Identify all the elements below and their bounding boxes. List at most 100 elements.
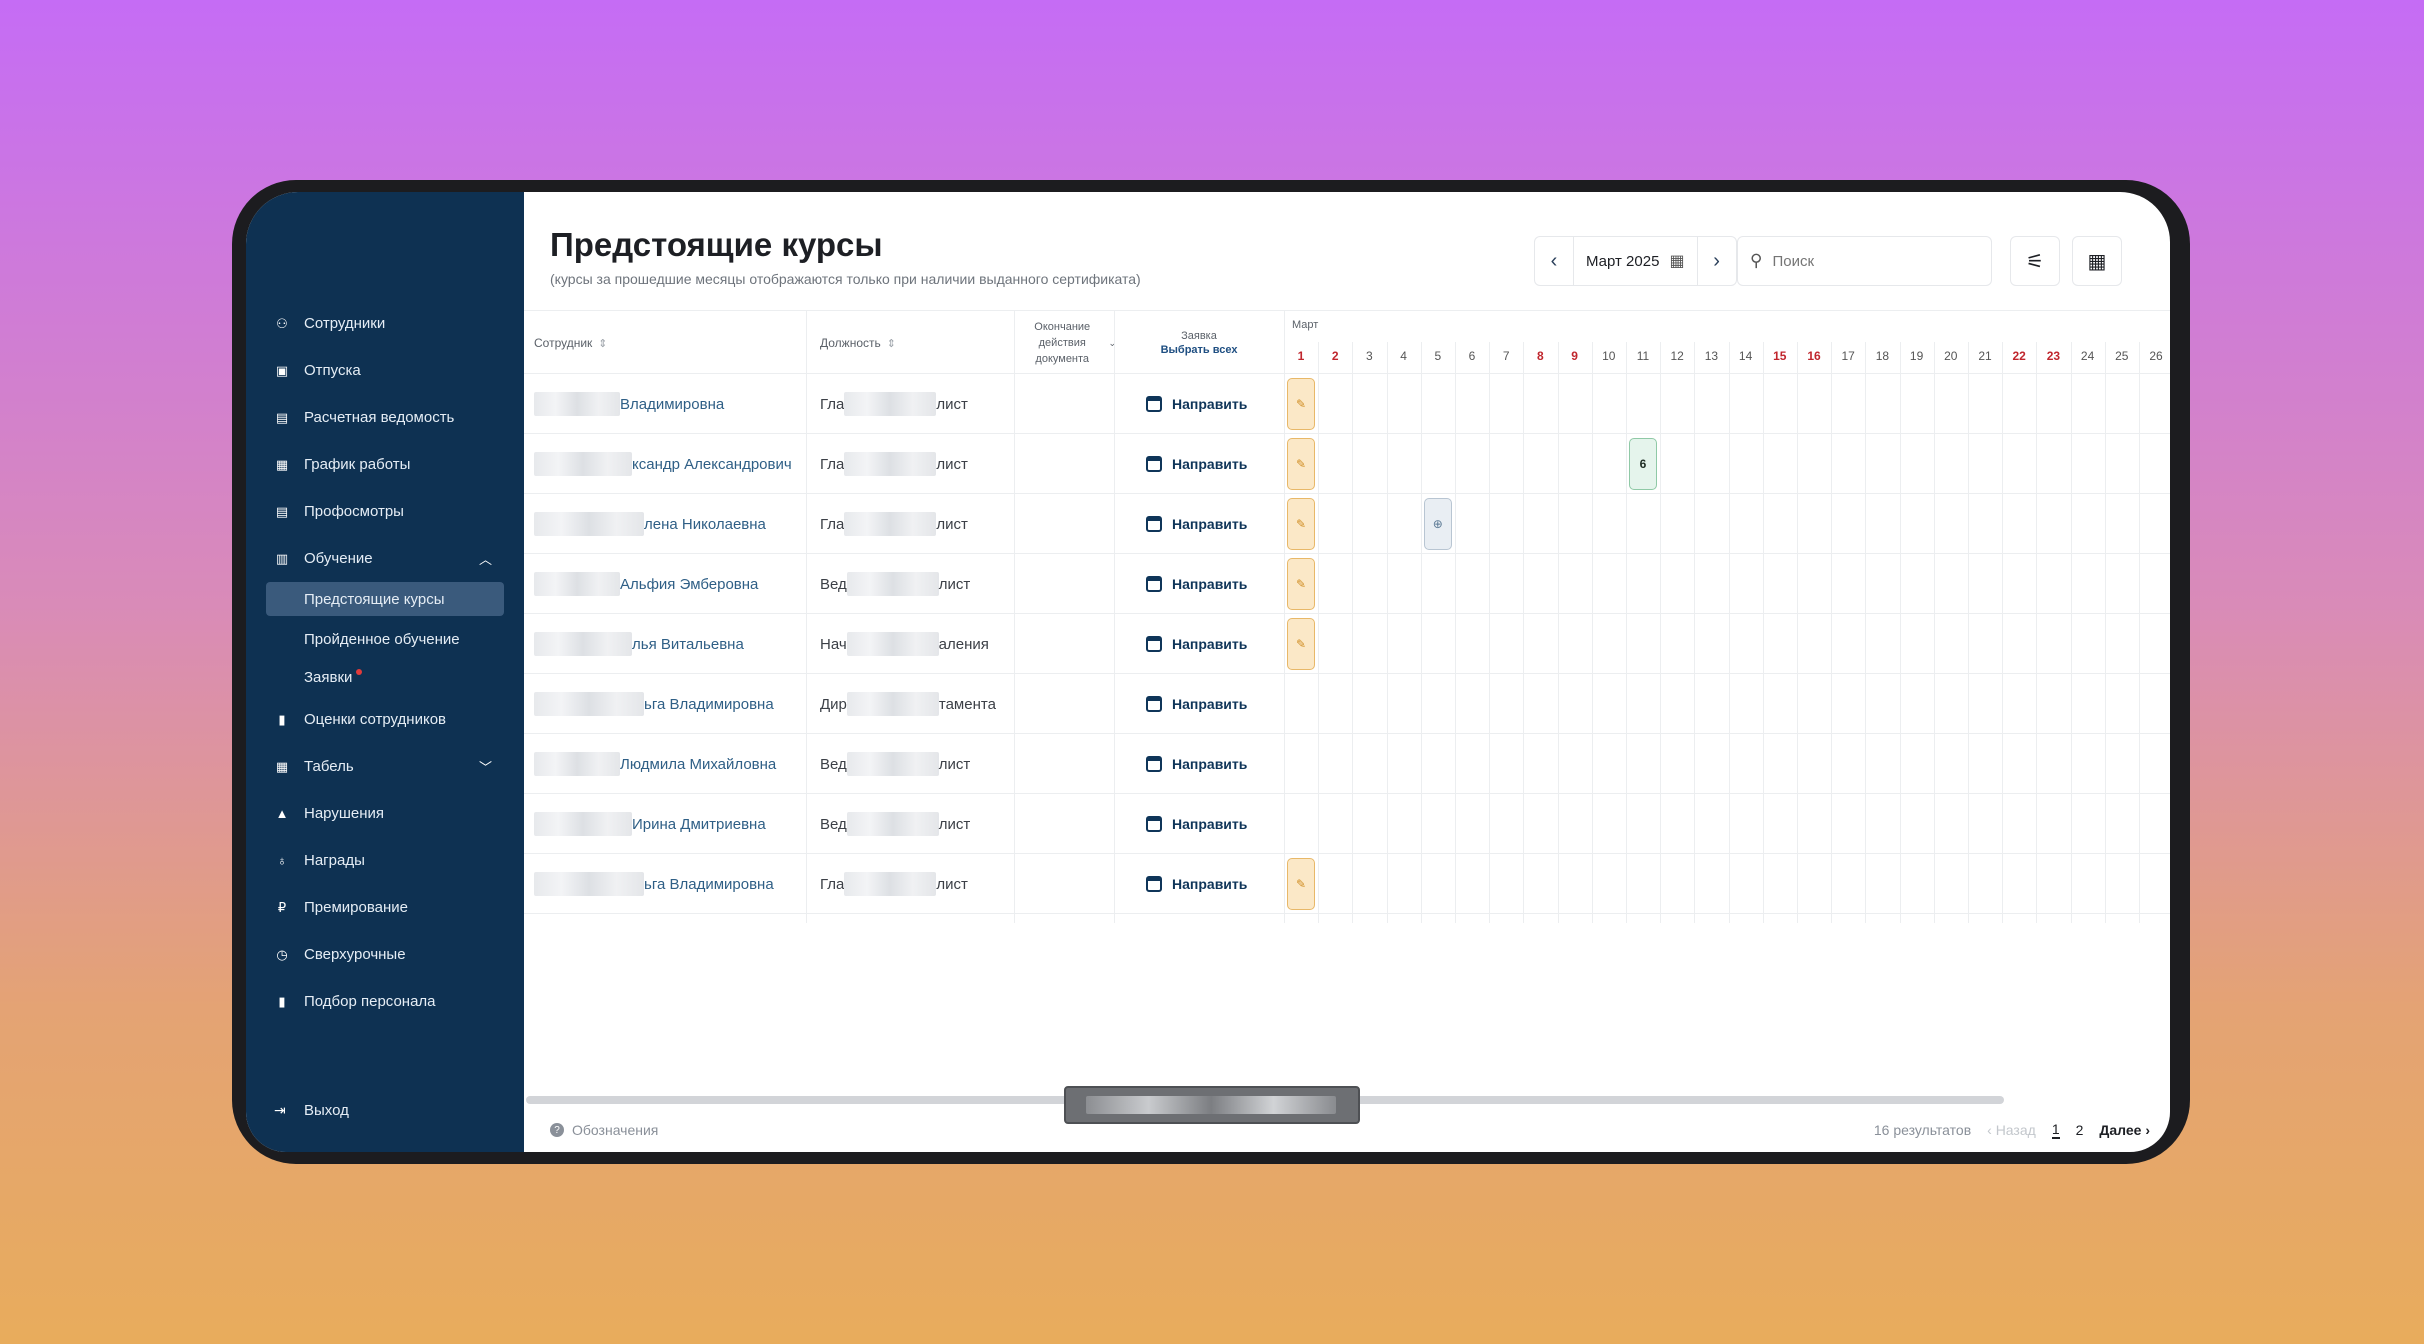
sidebar-item-b4[interactable]: ₽ Премирование [246, 884, 524, 931]
direct-button[interactable]: Направить [1146, 614, 1247, 674]
direct-button[interactable]: Направить [1146, 794, 1247, 854]
notification-dot [356, 669, 363, 675]
sidebar-item-5[interactable]: ▥ Обучение ︿ [246, 535, 524, 582]
employee-cell[interactable]: Людмила Михайловна [534, 734, 776, 794]
next-month-button[interactable]: › [1698, 237, 1736, 285]
sidebar: ⚇ Сотрудники ▣ Отпуска ▤ Расчетная ведомость ▦… [246, 192, 524, 1152]
month-switcher: ‹ Март 2025 ▦ › [1534, 236, 1737, 286]
employee-cell[interactable]: Владимировна [534, 374, 724, 434]
day-divider [1762, 342, 1764, 923]
calendar-icon [1146, 696, 1162, 712]
employee-cell[interactable]: ьга Владимировна [534, 854, 774, 914]
page-1-button[interactable]: 1 [2051, 1121, 2060, 1139]
certificate-course-marker[interactable]: ✎ [1287, 558, 1315, 610]
direct-label: Направить [1172, 576, 1248, 592]
sidebar-item-0[interactable]: ⚇ Сотрудники [246, 300, 524, 347]
certificate-course-marker[interactable]: ✎ [1287, 438, 1315, 490]
online-course-marker[interactable]: ⊕ [1423, 498, 1452, 550]
table-settings-button[interactable]: ▦ [2072, 236, 2122, 286]
blurred-name [534, 632, 632, 656]
certificate-course-marker[interactable]: ✎ [1287, 618, 1315, 670]
legend-link[interactable]: ? Обозначения [550, 1122, 658, 1138]
filter-settings-button[interactable]: ⚟ [2010, 236, 2060, 286]
position-cell: Вед лист [820, 794, 970, 854]
certificate-course-marker[interactable]: ✎ [1287, 858, 1315, 910]
day-header: 20 [1944, 349, 1958, 363]
day-header: 26 [2149, 349, 2163, 363]
bar-chart-icon: ▮ [278, 711, 286, 727]
people-icon: ⚇ [276, 315, 288, 331]
table-row: Владимировна Гла лист Направить ✎ [524, 374, 2170, 434]
calendar-icon [1146, 576, 1162, 592]
direct-button[interactable]: Направить [1146, 374, 1247, 434]
search-input[interactable] [1772, 252, 1963, 270]
col-employee[interactable]: Сотрудник [534, 311, 608, 375]
day-header: 16 [1807, 349, 1821, 363]
prev-month-button[interactable]: ‹ [1535, 237, 1573, 285]
employee-cell[interactable]: ьга Владимировна [534, 674, 774, 734]
position-start: Гла [820, 515, 845, 533]
direct-button[interactable]: Направить [1146, 674, 1247, 734]
calendar-icon [1146, 876, 1162, 892]
employee-cell[interactable]: Альфия Эмберовна [534, 554, 758, 614]
sidebar-item-b2[interactable]: ▲ Нарушения [246, 790, 524, 837]
direct-button[interactable]: Направить [1146, 494, 1247, 554]
sidebar-item-label: Награды [304, 852, 365, 869]
day-header: 9 [1571, 349, 1578, 363]
direct-button[interactable]: Направить [1146, 854, 1247, 914]
sidebar-item-2[interactable]: ▤ Расчетная ведомость [246, 394, 524, 441]
day-divider [1694, 342, 1696, 923]
col-doc-end[interactable]: Окончание действия документа ⌄ [1020, 311, 1116, 375]
page-2-button[interactable]: 2 [2076, 1122, 2084, 1138]
sidebar-item-b0[interactable]: ▮ Оценки сотрудников [246, 696, 524, 743]
sidebar-item-4[interactable]: ▤ Профосмотры [246, 488, 524, 535]
month-picker[interactable]: Март 2025 ▦ [1573, 237, 1698, 285]
position-end: лист [938, 755, 971, 773]
sidebar-item-label: Отпуска [304, 362, 361, 379]
employee-cell[interactable]: ксандр Александрович [534, 434, 792, 494]
results-count: 16 результатов [1873, 1122, 1972, 1138]
direct-label: Направить [1172, 636, 1248, 652]
calendar-icon [1146, 456, 1162, 472]
position-start: Вед [820, 815, 847, 833]
blurred-position [846, 812, 939, 836]
day-header: 19 [1909, 349, 1924, 363]
table-row: ьга Владимировна Гла лист Направить ✎ [524, 854, 2170, 914]
position-end: лист [936, 515, 968, 533]
employee-cell[interactable]: лья Витальевна [534, 614, 744, 674]
day-header: 17 [1841, 349, 1855, 363]
employee-name: лья Витальевна [632, 635, 744, 653]
direct-button[interactable]: Направить [1146, 734, 1247, 794]
prev-page-button[interactable]: ‹ Назад [1987, 1122, 2036, 1138]
sidebar-item-b5[interactable]: ◷ Сверхурочные [246, 931, 524, 978]
sidebar-item-3[interactable]: ▦ График работы [246, 441, 524, 488]
certificate-course-marker[interactable]: ✎ [1287, 498, 1315, 550]
position-start: Гла [820, 875, 845, 893]
sidebar-subitem-2[interactable]: Заявки [246, 658, 504, 696]
sidebar-subitem-1[interactable]: Пройденное обучение [246, 620, 504, 658]
medal-icon: ♁ [277, 853, 287, 868]
col-doc-end-label: Окончание действия документа [1034, 321, 1091, 365]
logout-button[interactable]: ⇥ Выход [274, 1102, 349, 1119]
employee-cell[interactable]: лена Николаевна [534, 494, 766, 554]
day-header: 2 [1331, 349, 1339, 363]
sidebar-item-b1[interactable]: ▦ Табель ﹀ [246, 743, 524, 790]
employee-name: ьга Владимировна [644, 695, 774, 713]
direct-button[interactable]: Направить [1146, 554, 1247, 614]
certificate-course-marker[interactable]: ✎ [1287, 378, 1315, 430]
table-row: ксандр Александрович Гла лист Направить ✎ 6 [524, 434, 2170, 494]
select-all-link[interactable]: Выбрать всех [1161, 344, 1238, 356]
course-count-marker[interactable]: 6 [1629, 438, 1657, 490]
table-settings-icon: ▦ [2087, 250, 2107, 273]
employee-cell[interactable]: Ирина Дмитриевна [534, 794, 766, 854]
col-position[interactable]: Должность [820, 311, 896, 375]
sidebar-item-1[interactable]: ▣ Отпуска [246, 347, 524, 394]
next-page-button[interactable]: Далее › [2099, 1122, 2150, 1138]
direct-label: Направить [1172, 816, 1248, 832]
table-icon: ▦ [275, 758, 289, 774]
direct-button[interactable]: Направить [1146, 434, 1247, 494]
sidebar-subitem-0[interactable]: Предстоящие курсы [266, 582, 504, 616]
sidebar-item-b3[interactable]: ♁ Награды [246, 837, 524, 884]
sidebar-item-b6[interactable]: ▮ Подбор персонала [246, 978, 524, 1025]
sidebar-nav: ⚇ Сотрудники ▣ Отпуска ▤ Расчетная ведомость ▦… [246, 300, 524, 1025]
